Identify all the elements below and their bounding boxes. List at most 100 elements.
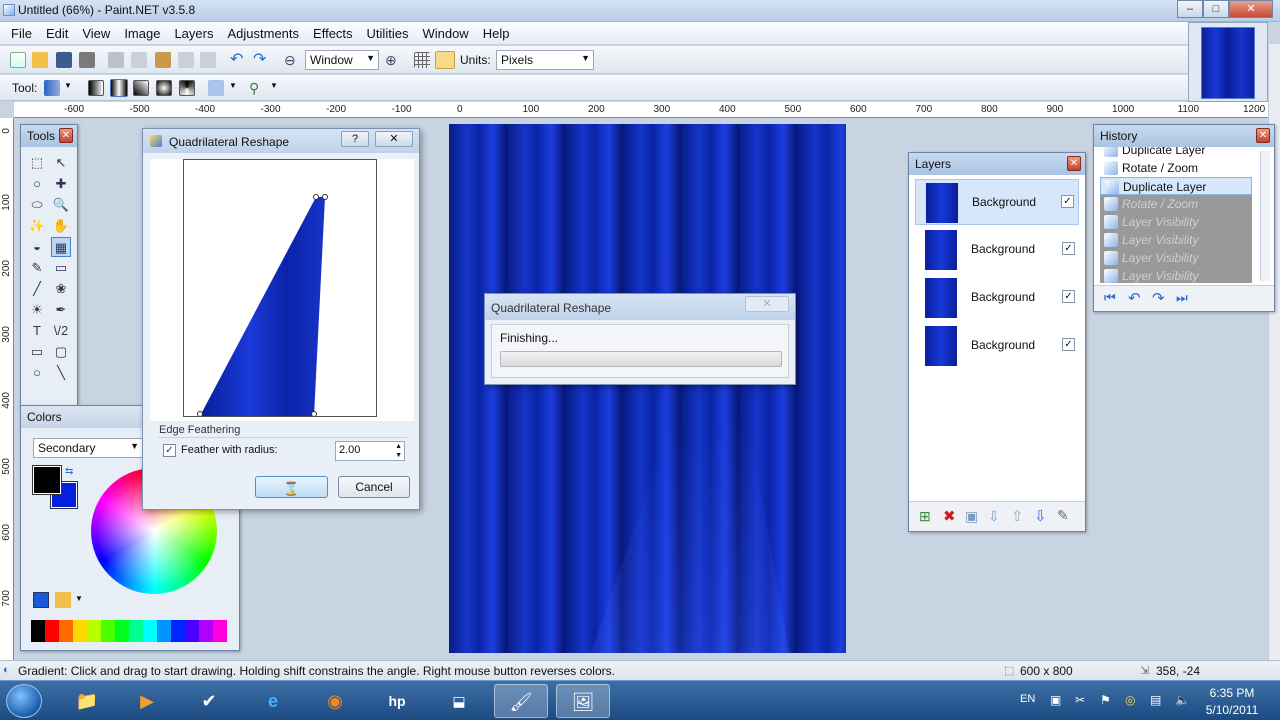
tool-icon[interactable]: ▭ — [51, 258, 71, 278]
hp-solution-taskbar-icon[interactable]: ⬓ — [432, 684, 486, 718]
menu-view[interactable]: View — [75, 26, 117, 41]
chevron-down-icon[interactable]: ▼ — [229, 81, 237, 90]
add-layer-icon[interactable]: ⊞ — [919, 508, 931, 525]
linear-reflected-icon[interactable] — [110, 79, 128, 97]
hp-taskbar-icon[interactable]: hp — [370, 684, 424, 718]
tasks-taskbar-icon[interactable]: ✔ — [182, 684, 236, 718]
primary-color-swatch[interactable] — [32, 465, 62, 495]
history-item[interactable]: Layer Visibility — [1100, 267, 1252, 283]
menu-layers[interactable]: Layers — [167, 26, 220, 41]
delete-layer-icon[interactable]: ✖ — [943, 507, 956, 525]
tool-icon[interactable]: ○ — [27, 363, 47, 383]
tool-icon[interactable]: 🔍 — [51, 195, 71, 215]
language-indicator[interactable]: EN — [1020, 693, 1035, 705]
layer-row[interactable]: Background ✓ — [915, 179, 1079, 225]
close-icon[interactable]: ✕ — [1256, 128, 1270, 143]
menu-help[interactable]: Help — [476, 26, 517, 41]
minimize-button[interactable]: – — [1177, 0, 1203, 18]
close-button[interactable]: ✕ — [1229, 0, 1273, 18]
tool-icon[interactable]: ↖ — [51, 153, 71, 173]
move-up-icon[interactable]: ⇧ — [1011, 507, 1024, 525]
history-item[interactable]: Rotate / Zoom — [1100, 159, 1252, 177]
fast-forward-icon[interactable]: ⏭ — [1176, 290, 1188, 306]
tray-icon[interactable]: ✂ — [1075, 693, 1085, 707]
save-icon[interactable] — [56, 52, 72, 68]
tool-icon[interactable]: ○ — [27, 174, 47, 194]
menu-utilities[interactable]: Utilities — [360, 26, 416, 41]
tool-icon[interactable]: ⬚ — [27, 153, 47, 173]
reshape-preview[interactable] — [183, 159, 377, 417]
history-item[interactable]: Layer Visibility — [1100, 231, 1252, 249]
tool-icon[interactable]: ✎ — [27, 258, 47, 278]
image-thumbnail[interactable] — [1188, 22, 1268, 102]
gradient-tool-icon[interactable] — [44, 80, 60, 96]
print-icon[interactable] — [79, 52, 95, 68]
tool-icon[interactable]: ⬭ — [27, 195, 47, 215]
start-button[interactable] — [6, 684, 42, 718]
palette-icon[interactable] — [33, 592, 49, 608]
clock-time[interactable]: 6:35 PM — [1202, 686, 1262, 700]
palette-swatch[interactable] — [45, 620, 59, 642]
tool-icon[interactable]: ▢ — [51, 342, 71, 362]
help-button[interactable]: ? — [341, 131, 369, 147]
chevron-down-icon[interactable]: ▼ — [270, 81, 278, 90]
tool-icon[interactable]: ✒ — [51, 300, 71, 320]
palette-swatch[interactable] — [59, 620, 73, 642]
history-scrollbar[interactable] — [1260, 151, 1270, 281]
palette-swatch[interactable] — [213, 620, 227, 642]
history-item[interactable]: Layer Visibility — [1100, 249, 1252, 267]
linear-gradient-icon[interactable] — [88, 80, 104, 96]
palette-swatch[interactable] — [115, 620, 129, 642]
menu-window[interactable]: Window — [415, 26, 475, 41]
crop-icon[interactable] — [178, 52, 194, 68]
feather-checkbox[interactable]: ✓ — [163, 444, 176, 457]
tool-icon[interactable]: ▦ — [51, 237, 71, 257]
tool-icon[interactable]: ╲ — [51, 363, 71, 383]
cut-icon[interactable] — [108, 52, 124, 68]
volume-icon[interactable]: 🔈 — [1175, 693, 1190, 707]
menu-image[interactable]: Image — [117, 26, 167, 41]
history-item[interactable]: Layer Visibility — [1100, 213, 1252, 231]
units-select[interactable]: Pixels ▼ — [496, 50, 594, 70]
copy-icon[interactable] — [131, 52, 147, 68]
palette-swatch[interactable] — [143, 620, 157, 642]
rulers-icon[interactable] — [435, 51, 455, 69]
radial-gradient-icon[interactable] — [156, 80, 172, 96]
tool-icon[interactable]: ✨ — [27, 216, 47, 236]
palette-swatch[interactable] — [171, 620, 185, 642]
tool-icon[interactable]: ❀ — [51, 279, 71, 299]
network-icon[interactable]: ▤ — [1150, 693, 1161, 707]
tool-icon[interactable]: T — [27, 321, 47, 341]
menu-file[interactable]: File — [4, 26, 39, 41]
layer-row[interactable]: Background ✓ — [915, 227, 1079, 273]
layer-visibility-checkbox[interactable]: ✓ — [1062, 338, 1075, 351]
history-item[interactable]: Duplicate Layer — [1100, 147, 1252, 159]
image-canvas[interactable] — [449, 124, 846, 653]
explorer-taskbar-icon[interactable]: 📁 — [60, 684, 114, 718]
rewind-icon[interactable]: ⏮ — [1104, 290, 1116, 306]
menu-edit[interactable]: Edit — [39, 26, 75, 41]
close-icon[interactable]: ✕ — [1067, 156, 1081, 171]
history-item[interactable]: Rotate / Zoom — [1100, 195, 1252, 213]
move-down-icon[interactable]: ⇩ — [1034, 507, 1047, 525]
paint-net-window-taskbar-icon[interactable]: 🖼 — [556, 684, 610, 718]
palette-swatch[interactable] — [73, 620, 87, 642]
zoom-in-icon[interactable]: ⊕ — [385, 52, 401, 68]
menu-effects[interactable]: Effects — [306, 26, 360, 41]
history-item[interactable]: Duplicate Layer — [1100, 177, 1252, 195]
redo-icon[interactable]: ↷ — [1152, 289, 1165, 307]
palette-swatch[interactable] — [31, 620, 45, 642]
swap-colors-icon[interactable]: ⇆ — [65, 466, 73, 477]
tool-icon[interactable]: ◒ — [27, 237, 47, 257]
undo-icon[interactable]: ↶ — [230, 52, 246, 69]
tool-icon[interactable]: ╱ — [27, 279, 47, 299]
undo-icon[interactable]: ↶ — [1128, 289, 1141, 307]
zoom-out-icon[interactable]: ⊖ — [284, 52, 300, 68]
palette-swatch[interactable] — [157, 620, 171, 642]
layer-visibility-checkbox[interactable]: ✓ — [1062, 242, 1075, 255]
dialog-close-icon[interactable]: ✕ — [375, 131, 413, 147]
maximize-button[interactable]: □ — [1203, 0, 1229, 18]
antialias-icon[interactable]: ⚲ — [249, 80, 265, 96]
menu-adjustments[interactable]: Adjustments — [220, 26, 306, 41]
zoom-select[interactable]: Window ▼ — [305, 50, 379, 70]
